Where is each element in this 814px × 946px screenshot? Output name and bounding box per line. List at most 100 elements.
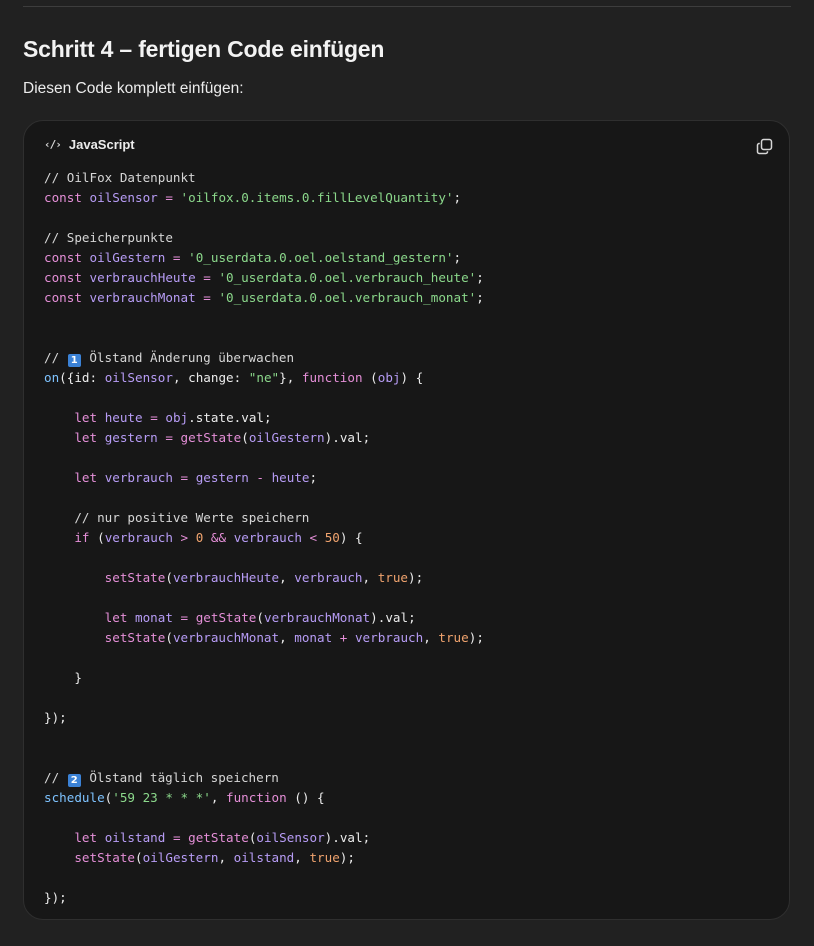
code-token: ; bbox=[453, 250, 462, 265]
top-divider bbox=[23, 6, 791, 7]
number-emoji-badge: 2 bbox=[67, 774, 81, 787]
code-block: ‹/› JavaScript // OilFox Datenpunkt const… bbox=[23, 120, 790, 920]
code-token: "ne" bbox=[248, 370, 280, 385]
code-token: ( bbox=[97, 530, 105, 545]
code-token: > bbox=[180, 530, 189, 545]
code-token: const bbox=[44, 190, 90, 205]
code-token: , bbox=[218, 850, 234, 865]
code-token: let bbox=[74, 830, 105, 845]
code-line: } bbox=[44, 668, 484, 688]
code-token: let bbox=[74, 430, 105, 445]
code-token: ( bbox=[241, 430, 249, 445]
code-token: ). bbox=[324, 830, 340, 845]
code-token: true bbox=[309, 850, 340, 865]
code-token: }, bbox=[279, 370, 302, 385]
code-line: let monat = getState(verbrauchMonat).val… bbox=[44, 608, 484, 628]
code-token: = bbox=[165, 430, 173, 445]
code-line: // 2 Ölstand täglich speichern bbox=[44, 768, 484, 788]
code-token: val bbox=[385, 610, 409, 625]
code-token: const bbox=[44, 250, 90, 265]
code-line: let oilstand = getState(oilSensor).val; bbox=[44, 828, 484, 848]
code-token: obj bbox=[377, 370, 401, 385]
section-heading: Schritt 4 – fertigen Code einfügen bbox=[23, 36, 385, 62]
code-token: change: bbox=[188, 370, 249, 385]
code-token: function bbox=[301, 370, 363, 385]
code-token: ; bbox=[362, 830, 371, 845]
code-token: // bbox=[44, 350, 67, 365]
code-token: , bbox=[279, 630, 295, 645]
code-token: setState bbox=[104, 630, 166, 645]
code-token: && bbox=[210, 530, 227, 545]
code-token: , bbox=[210, 790, 227, 805]
code-token: function bbox=[226, 790, 287, 805]
code-token: '0_userdata.0.oel.verbrauch_heute' bbox=[218, 270, 477, 285]
code-line: let heute = obj.state.val; bbox=[44, 408, 484, 428]
code-line: }); bbox=[44, 708, 484, 728]
code-token: }); bbox=[44, 710, 67, 725]
code-token: verbrauchMonat bbox=[263, 610, 371, 625]
code-line: const verbrauchHeute = '0_userdata.0.oel… bbox=[44, 268, 484, 288]
code-token: Ölstand Änderung überwachen bbox=[81, 350, 295, 365]
code-token: , bbox=[362, 570, 378, 585]
copy-code-button[interactable] bbox=[753, 135, 775, 157]
code-token: ) { bbox=[339, 530, 363, 545]
code-token: ). bbox=[324, 430, 340, 445]
code-token: on bbox=[44, 370, 60, 385]
code-line: setState(verbrauchHeute, verbrauch, true… bbox=[44, 568, 484, 588]
code-token: oilSensor bbox=[104, 370, 173, 385]
code-token: = bbox=[172, 250, 181, 265]
code-token: ({ bbox=[59, 370, 75, 385]
code-line: let gestern = getState(oilGestern).val; bbox=[44, 428, 484, 448]
code-token: oilGestern bbox=[248, 430, 325, 445]
code-line: schedule('59 23 * * *', function () { bbox=[44, 788, 484, 808]
code-token: verbrauchHeute bbox=[172, 570, 280, 585]
code-token: 50 bbox=[324, 530, 340, 545]
code-content: // OilFox Datenpunkt const oilSensor = 'o… bbox=[44, 168, 484, 908]
code-token: ; bbox=[476, 270, 484, 285]
code-block-header: ‹/› JavaScript bbox=[44, 137, 135, 152]
code-token: oilGestern bbox=[89, 250, 166, 265]
code-token: getState bbox=[188, 830, 249, 845]
code-token: , bbox=[279, 570, 295, 585]
code-token: oilstand bbox=[233, 850, 295, 865]
code-line: }); bbox=[44, 888, 484, 908]
code-token: ) { bbox=[400, 370, 424, 385]
code-token: < bbox=[309, 530, 318, 545]
code-token: - bbox=[256, 470, 264, 485]
code-token: , bbox=[423, 630, 439, 645]
code-line: setState(verbrauchMonat, monat + verbrau… bbox=[44, 628, 484, 648]
code-token: = bbox=[180, 610, 189, 625]
code-token: ( bbox=[370, 370, 378, 385]
code-token: ); bbox=[468, 630, 484, 645]
code-token: Ölstand täglich speichern bbox=[81, 770, 279, 785]
code-token: }); bbox=[44, 890, 67, 905]
code-token: verbrauchMonat bbox=[89, 290, 196, 305]
code-line: const oilSensor = 'oilfox.0.items.0.fill… bbox=[44, 188, 484, 208]
